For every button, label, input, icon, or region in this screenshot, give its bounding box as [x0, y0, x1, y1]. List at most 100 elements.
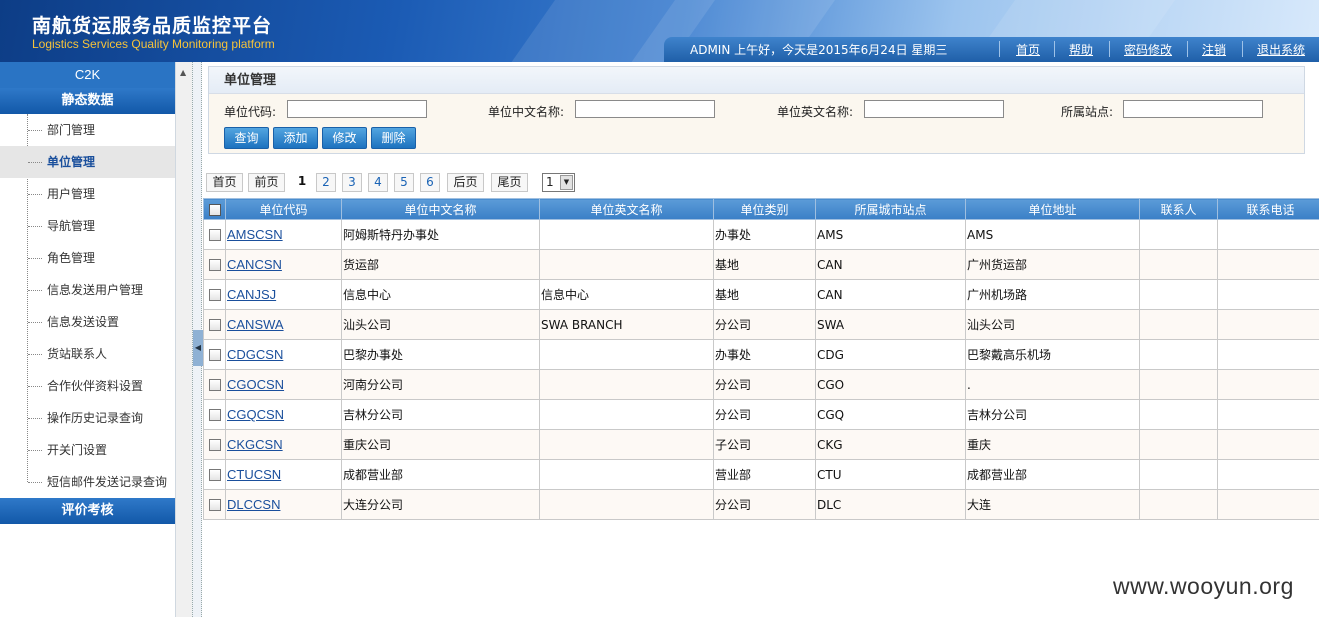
cell-address: . — [965, 369, 1140, 400]
table-row[interactable]: CKGCSN 重庆公司 子公司 CKG 重庆 — [203, 429, 1319, 460]
table-row[interactable]: CANSWA 汕头公司 SWA BRANCH 分公司 SWA 汕头公司 — [203, 309, 1319, 340]
sidebar: C2K 静态数据 部门管理 单位管理 用户管理 导航管理 角色管理 信息发送用户… — [0, 62, 176, 617]
unit-en-name-input[interactable] — [864, 100, 1004, 118]
sidebar-item-dept[interactable]: 部门管理 — [0, 114, 175, 146]
page-2-button[interactable]: 2 — [316, 173, 336, 192]
collapse-left-icon[interactable]: ◀ — [193, 330, 203, 366]
row-checkbox[interactable] — [203, 369, 226, 400]
nav-exit-link[interactable]: 退出系统 — [1257, 41, 1305, 58]
edit-button[interactable]: 修改 — [322, 127, 367, 149]
cell-unit-code[interactable]: AMSCSN — [225, 219, 342, 250]
cell-unit-code[interactable]: CKGCSN — [225, 429, 342, 460]
cell-contact — [1139, 279, 1218, 310]
sidebar-item-unit[interactable]: 单位管理 — [0, 146, 175, 178]
unit-cn-name-input[interactable] — [575, 100, 715, 118]
row-checkbox[interactable] — [203, 429, 226, 460]
cell-address: 汕头公司 — [965, 309, 1140, 340]
col-header-station[interactable]: 所属城市站点 — [815, 198, 966, 220]
col-header-phone[interactable]: 联系电话 — [1217, 198, 1319, 220]
row-checkbox[interactable] — [203, 399, 226, 430]
row-checkbox[interactable] — [203, 339, 226, 370]
row-checkbox[interactable] — [203, 249, 226, 280]
sidebar-item-users[interactable]: 用户管理 — [0, 178, 175, 210]
sidebar-item-door-settings[interactable]: 开关门设置 — [0, 434, 175, 466]
sidebar-c2k-header[interactable]: C2K — [0, 62, 175, 88]
add-button[interactable]: 添加 — [273, 127, 318, 149]
cell-unit-code[interactable]: CANSWA — [225, 309, 342, 340]
row-checkbox[interactable] — [203, 219, 226, 250]
table-row[interactable]: CDGCSN 巴黎办事处 办事处 CDG 巴黎戴高乐机场 — [203, 339, 1319, 370]
cell-category: 分公司 — [713, 399, 816, 430]
table-row[interactable]: CGOCSN 河南分公司 分公司 CGO. — [203, 369, 1319, 400]
page-5-button[interactable]: 5 — [394, 173, 414, 192]
next-page-button[interactable]: 后页 — [447, 173, 484, 192]
col-header-unit-code[interactable]: 单位代码 — [225, 198, 342, 220]
table-row[interactable]: CGQCSN 吉林分公司 分公司 CGQ 吉林分公司 — [203, 399, 1319, 430]
nav-separator — [1054, 41, 1055, 57]
sidebar-section-static-data[interactable]: 静态数据 — [0, 88, 175, 114]
col-header-address[interactable]: 单位地址 — [965, 198, 1140, 220]
nav-logout-link[interactable]: 注销 — [1202, 41, 1226, 58]
cell-unit-code[interactable]: CGQCSN — [225, 399, 342, 430]
cell-unit-code[interactable]: CTUCSN — [225, 459, 342, 490]
page-3-button[interactable]: 3 — [342, 173, 362, 192]
row-checkbox[interactable] — [203, 279, 226, 310]
page-4-button[interactable]: 4 — [368, 173, 388, 192]
cell-unit-code[interactable]: CGOCSN — [225, 369, 342, 400]
cell-unit-code[interactable]: CDGCSN — [225, 339, 342, 370]
scroll-up-icon[interactable]: ▲ — [180, 68, 186, 77]
cell-category: 办事处 — [713, 339, 816, 370]
nav-help-link[interactable]: 帮助 — [1069, 41, 1093, 58]
sidebar-item-msg-settings[interactable]: 信息发送设置 — [0, 306, 175, 338]
unit-code-input[interactable] — [287, 100, 427, 118]
sidebar-item-sms-log[interactable]: 短信邮件发送记录查询 — [0, 466, 175, 498]
row-checkbox[interactable] — [203, 459, 226, 490]
nav-home-link[interactable]: 首页 — [1016, 41, 1040, 58]
col-header-contact[interactable]: 联系人 — [1139, 198, 1218, 220]
nav-separator — [1242, 41, 1243, 57]
table-row[interactable]: AMSCSN 阿姆斯特丹办事处 办事处 AMS AMS — [203, 219, 1319, 250]
sidebar-splitter[interactable]: ◀ — [192, 62, 203, 617]
cell-address: 广州货运部 — [965, 249, 1140, 280]
unit-table: 单位代码 单位中文名称 单位英文名称 单位类别 所属城市站点 单位地址 联系人 … — [203, 198, 1319, 520]
station-input[interactable] — [1123, 100, 1263, 118]
first-page-button[interactable]: 首页 — [206, 173, 243, 192]
sidebar-item-station-contacts[interactable]: 货站联系人 — [0, 338, 175, 370]
dropdown-arrow-icon[interactable]: ▼ — [560, 175, 573, 190]
delete-button[interactable]: 删除 — [371, 127, 416, 149]
page-select[interactable]: 1 ▼ — [542, 173, 575, 192]
col-header-category[interactable]: 单位类别 — [713, 198, 816, 220]
sidebar-item-history[interactable]: 操作历史记录查询 — [0, 402, 175, 434]
unit-code-label: 单位代码: — [224, 105, 277, 119]
cell-cn-name: 吉林分公司 — [341, 399, 540, 430]
sidebar-item-roles[interactable]: 角色管理 — [0, 242, 175, 274]
cell-station: CGO — [815, 369, 966, 400]
table-row[interactable]: DLCCSN 大连分公司 分公司 DLC 大连 — [203, 489, 1319, 520]
sidebar-scrollbar[interactable]: ▲ — [176, 62, 192, 617]
sidebar-item-msg-users[interactable]: 信息发送用户管理 — [0, 274, 175, 306]
cell-unit-code[interactable]: CANJSJ — [225, 279, 342, 310]
sidebar-section-evaluation[interactable]: 评价考核 — [0, 498, 175, 524]
col-header-en-name[interactable]: 单位英文名称 — [539, 198, 714, 220]
table-row[interactable]: CANJSJ 信息中心 信息中心 基地 CAN 广州机场路 — [203, 279, 1319, 310]
prev-page-button[interactable]: 前页 — [248, 173, 285, 192]
select-all-checkbox[interactable] — [203, 198, 226, 220]
row-checkbox[interactable] — [203, 489, 226, 520]
panel-title: 单位管理 — [209, 67, 1304, 94]
query-button[interactable]: 查询 — [224, 127, 269, 149]
cell-en-name — [539, 489, 714, 520]
last-page-button[interactable]: 尾页 — [491, 173, 528, 192]
col-header-cn-name[interactable]: 单位中文名称 — [341, 198, 540, 220]
cell-address: 巴黎戴高乐机场 — [965, 339, 1140, 370]
row-checkbox[interactable] — [203, 309, 226, 340]
page-6-button[interactable]: 6 — [420, 173, 440, 192]
sidebar-item-navigation[interactable]: 导航管理 — [0, 210, 175, 242]
page-1-current: 1 — [297, 174, 307, 188]
cell-unit-code[interactable]: DLCCSN — [225, 489, 342, 520]
table-row[interactable]: CTUCSN 成都营业部 营业部 CTU 成都营业部 — [203, 459, 1319, 490]
cell-en-name — [539, 429, 714, 460]
sidebar-item-partner-settings[interactable]: 合作伙伴资料设置 — [0, 370, 175, 402]
nav-change-password-link[interactable]: 密码修改 — [1124, 41, 1172, 58]
cell-unit-code[interactable]: CANCSN — [225, 249, 342, 280]
table-row[interactable]: CANCSN 货运部 基地 CAN 广州货运部 — [203, 249, 1319, 280]
